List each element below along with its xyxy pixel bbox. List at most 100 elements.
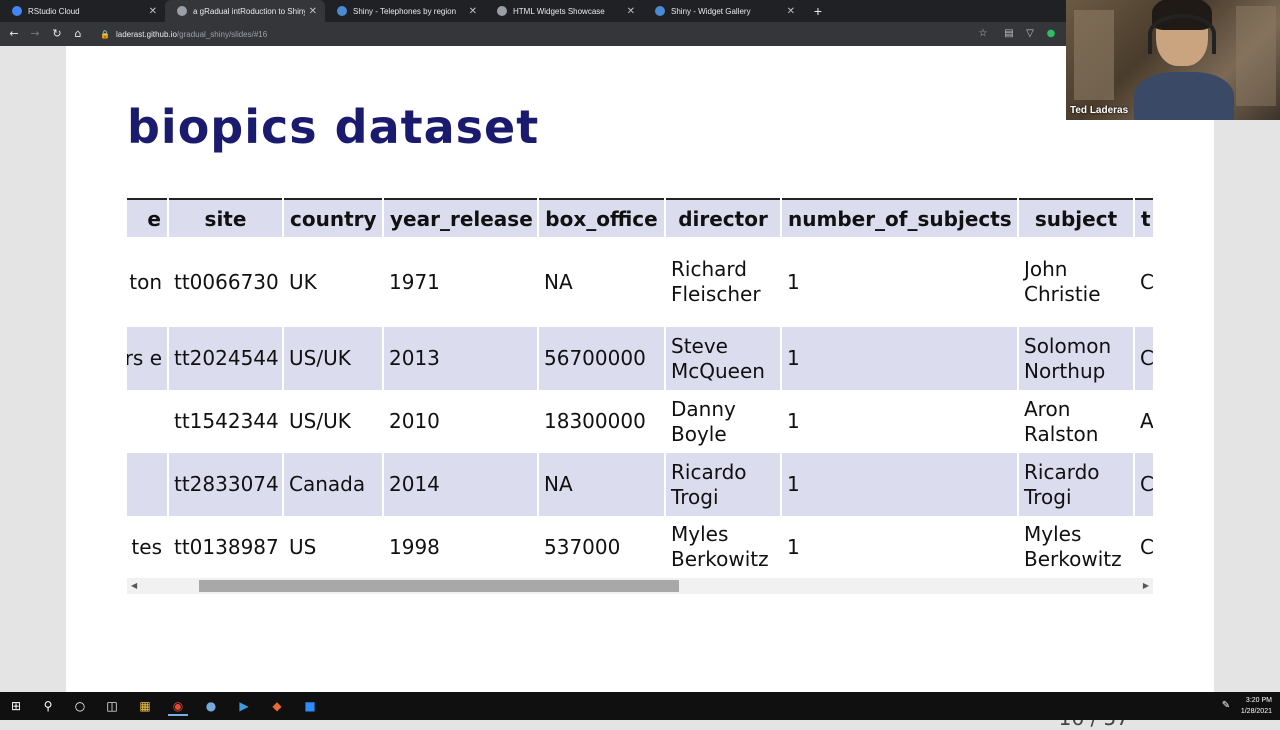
table-header-row: e site country year_release box_office direct… bbox=[127, 199, 1153, 237]
table-cell: tt2024544 bbox=[167, 327, 283, 390]
table-row: ton tt0066730 UK 1971 NA Richard Fleischer 1 Jo… bbox=[127, 237, 1153, 327]
column-header: box_office bbox=[537, 199, 665, 237]
url-path: /gradual_shiny/slides/#16 bbox=[176, 29, 268, 39]
column-header: e bbox=[127, 199, 168, 237]
table-cell: 2010 bbox=[382, 390, 538, 453]
table-horizontal-scrollbar[interactable]: ◀ ▶ bbox=[127, 578, 1153, 594]
table-cell: 2014 bbox=[382, 453, 538, 516]
clock-time: 3:20 PM bbox=[1245, 697, 1272, 704]
table-viewport[interactable]: e site country year_release box_office direct… bbox=[127, 198, 1153, 578]
table-cell: A bbox=[1133, 390, 1153, 453]
lock-icon: 🔒 bbox=[100, 29, 110, 39]
chrome-icon[interactable]: ◉ bbox=[168, 696, 188, 716]
rstudio-favicon-icon bbox=[12, 6, 22, 16]
bookshelf-graphic bbox=[1074, 10, 1114, 100]
table-cell: rs e bbox=[127, 327, 168, 390]
tab-title: Shiny - Telephones by region bbox=[353, 6, 457, 16]
table-cell: tes bbox=[127, 516, 168, 578]
scroll-right-icon[interactable]: ▶ bbox=[1143, 581, 1149, 590]
bookmark-star-icon[interactable]: ☆ bbox=[976, 27, 990, 41]
table-cell: tt0066730 bbox=[167, 237, 283, 327]
tab-html-widgets-showcase[interactable]: HTML Widgets Showcase ✕ bbox=[485, 0, 643, 22]
column-header: site bbox=[167, 199, 283, 237]
vscode-icon[interactable]: ▶ bbox=[234, 696, 254, 716]
table-cell: 1971 bbox=[382, 237, 538, 327]
browser-tab-strip: RStudio Cloud ✕ a gRadual intRoduction t… bbox=[0, 0, 1066, 22]
slide: biopics dataset e site country year_release… bbox=[66, 46, 1214, 730]
home-icon[interactable]: ⌂ bbox=[70, 26, 86, 42]
slide-title: biopics dataset bbox=[127, 100, 540, 154]
tab-title: Shiny - Widget Gallery bbox=[671, 6, 751, 16]
pen-icon[interactable]: ✎ bbox=[1216, 696, 1236, 716]
reload-icon[interactable]: ↻ bbox=[49, 26, 65, 42]
rstudio-icon[interactable]: ● bbox=[201, 696, 221, 716]
table-cell: US/UK bbox=[282, 390, 383, 453]
participant-name: Ted Laderas bbox=[1070, 105, 1129, 116]
task-view-icon[interactable]: ◫ bbox=[102, 696, 122, 716]
new-tab-button[interactable]: + bbox=[810, 3, 826, 19]
file-explorer-icon[interactable]: ▦ bbox=[135, 696, 155, 716]
table-cell: Ricardo Trogi bbox=[1017, 453, 1134, 516]
table-cell: 1 bbox=[780, 453, 1018, 516]
table-cell: 1998 bbox=[382, 516, 538, 578]
table-cell: NA bbox=[537, 453, 665, 516]
table-cell: 537000 bbox=[537, 516, 665, 578]
zoom-icon[interactable]: ■ bbox=[300, 696, 320, 716]
scrollbar-thumb[interactable] bbox=[199, 580, 680, 592]
table-cell: Solomon Northup bbox=[1017, 327, 1134, 390]
close-tab-icon[interactable]: ✕ bbox=[627, 6, 635, 17]
table-cell: ton bbox=[127, 237, 168, 327]
git-icon[interactable]: ◆ bbox=[267, 696, 287, 716]
tab-widget-gallery[interactable]: Shiny - Widget Gallery ✕ bbox=[643, 0, 803, 22]
table-cell bbox=[127, 390, 168, 453]
address-bar[interactable]: 🔒 laderast.github.io /gradual_shiny/slid… bbox=[100, 25, 1060, 43]
table-cell: 1 bbox=[780, 516, 1018, 578]
table-row: tt1542344 US/UK 2010 18300000 Danny Boyle 1 Ar… bbox=[127, 390, 1153, 453]
tab-gradual-shiny[interactable]: a gRadual intRoduction to Shiny ✕ bbox=[165, 0, 325, 22]
table-row: tt2833074 Canada 2014 NA Ricardo Trogi 1 Ricar… bbox=[127, 453, 1153, 516]
clock-date: 1/28/2021 bbox=[1240, 708, 1272, 715]
pocket-extension-icon[interactable]: ▽ bbox=[1023, 27, 1037, 41]
column-header: country bbox=[282, 199, 383, 237]
forward-icon[interactable]: → bbox=[27, 26, 43, 42]
table-cell: C bbox=[1133, 237, 1153, 327]
tab-telephones-by-region[interactable]: Shiny - Telephones by region ✕ bbox=[325, 0, 485, 22]
table-cell: Ricardo Trogi bbox=[664, 453, 781, 516]
table-cell: UK bbox=[282, 237, 383, 327]
cortana-icon[interactable]: ○ bbox=[70, 696, 90, 716]
search-icon[interactable]: ⚲ bbox=[38, 696, 58, 716]
globe-favicon-icon bbox=[497, 6, 507, 16]
close-tab-icon[interactable]: ✕ bbox=[787, 6, 795, 17]
table-cell: C bbox=[1133, 516, 1153, 578]
table-row: rs e tt2024544 US/UK 2013 56700000 Steve McQu… bbox=[127, 327, 1153, 390]
biopics-table: e site country year_release box_office direct… bbox=[127, 198, 1153, 578]
table-cell: 56700000 bbox=[537, 327, 665, 390]
column-header: number_of_subjects bbox=[780, 199, 1018, 237]
table-cell bbox=[127, 453, 168, 516]
document-extension-icon[interactable]: ▤ bbox=[1002, 27, 1016, 41]
windows-taskbar: ⊞ ⚲ ○ ◫ ▦ ◉ ● ▶ ◆ ■ ✎ 3:20 PM 1/28/2021 bbox=[0, 692, 1280, 720]
close-tab-icon[interactable]: ✕ bbox=[309, 6, 317, 17]
tab-rstudio-cloud[interactable]: RStudio Cloud ✕ bbox=[0, 0, 165, 22]
column-header: subject bbox=[1017, 199, 1134, 237]
windows-start-icon[interactable]: ⊞ bbox=[6, 696, 26, 716]
tab-title: a gRadual intRoduction to Shiny bbox=[193, 6, 305, 16]
close-tab-icon[interactable]: ✕ bbox=[149, 6, 157, 17]
tab-title: RStudio Cloud bbox=[28, 6, 80, 16]
back-icon[interactable]: ← bbox=[6, 26, 22, 42]
table-cell: Richard Fleischer bbox=[664, 237, 781, 327]
presenter-video bbox=[1134, 0, 1234, 120]
close-tab-icon[interactable]: ✕ bbox=[469, 6, 477, 17]
bookshelf-graphic bbox=[1236, 6, 1276, 106]
table-cell: Myles Berkowitz bbox=[664, 516, 781, 578]
table-cell: US/UK bbox=[282, 327, 383, 390]
shiny-favicon-icon bbox=[655, 6, 665, 16]
table-cell: Danny Boyle bbox=[664, 390, 781, 453]
table-body: ton tt0066730 UK 1971 NA Richard Fleischer 1 Jo… bbox=[127, 237, 1153, 578]
evernote-extension-icon[interactable]: ● bbox=[1044, 27, 1058, 41]
table-cell: Aron Ralston bbox=[1017, 390, 1134, 453]
table-cell: 2013 bbox=[382, 327, 538, 390]
table-cell: NA bbox=[537, 237, 665, 327]
scroll-left-icon[interactable]: ◀ bbox=[131, 581, 137, 590]
tab-title: HTML Widgets Showcase bbox=[513, 6, 605, 16]
